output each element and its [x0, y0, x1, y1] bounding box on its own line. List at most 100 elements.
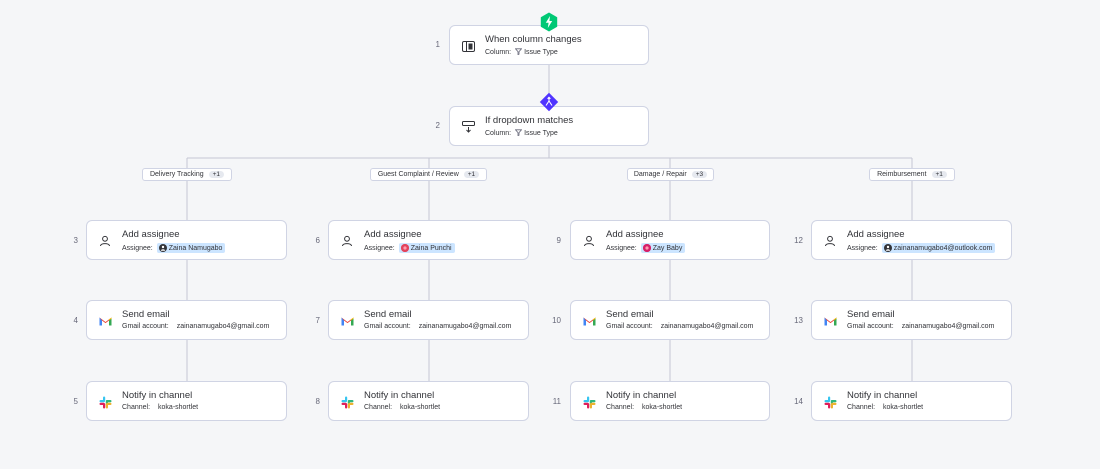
user-icon — [883, 244, 892, 252]
gmail-icon — [339, 313, 355, 329]
gmail-account-value: zainanamugabo4@gmail.com — [418, 323, 512, 330]
step-number: 11 — [552, 397, 561, 406]
gmail-account-value: zainanamugabo4@gmail.com — [660, 323, 754, 330]
action-meta: Assignee: Zaina Punchi — [364, 243, 455, 253]
meta-label: Channel: — [122, 404, 151, 411]
gmail-icon — [822, 313, 838, 329]
action-title: Add assignee — [364, 229, 422, 240]
action-title: Send email — [122, 309, 170, 320]
assignee-chip[interactable]: Zay Baby — [640, 243, 686, 253]
column-icon — [460, 38, 476, 54]
automation-canvas: 1 When column changes Column: Issue Type… — [0, 0, 1100, 469]
action-meta: Channel: koka-shortlet — [606, 404, 682, 411]
branch-label-text: Guest Complaint / Review — [377, 171, 459, 178]
assignee-chip[interactable]: Zaina Punchi — [398, 243, 455, 253]
column-value: Issue Type — [514, 129, 558, 138]
branch-more-count: +1 — [208, 171, 225, 178]
step-number: 5 — [73, 397, 78, 406]
action-meta: Channel: koka-shortlet — [847, 404, 923, 411]
assignee-name: Zay Baby — [652, 244, 683, 252]
action-card-add-assignee[interactable]: Add assignee Assignee: Zaina Punchi — [328, 220, 529, 260]
meta-label: Column: — [485, 130, 512, 137]
branch-label-delivery-tracking[interactable]: Delivery Tracking +1 — [142, 168, 232, 181]
branch-icon — [539, 92, 559, 112]
user-icon — [158, 244, 167, 252]
person-icon — [822, 233, 838, 249]
dropdown-icon — [460, 119, 476, 135]
meta-label: Gmail account: — [364, 323, 411, 330]
channel-value: koka-shortlet — [158, 404, 199, 411]
action-card-notify-channel[interactable]: Notify in channel Channel: koka-shortlet — [570, 381, 770, 421]
step-number: 9 — [556, 236, 561, 245]
branch-label-text: Damage / Repair — [633, 171, 687, 178]
gmail-icon — [97, 313, 113, 329]
meta-label: Channel: — [364, 404, 393, 411]
step-number: 10 — [552, 316, 561, 325]
channel-value: koka-shortlet — [642, 404, 683, 411]
branch-more-count: +1 — [463, 171, 480, 178]
assignee-chip[interactable]: zainanamugabo4@outlook.com — [881, 243, 996, 253]
condition-card-dropdown-matches[interactable]: If dropdown matches Column: Issue Type — [449, 106, 649, 146]
person-icon — [97, 233, 113, 249]
branch-label-guest-complaint[interactable]: Guest Complaint / Review +1 — [370, 168, 487, 181]
meta-label: Gmail account: — [122, 323, 169, 330]
avatar — [400, 244, 409, 252]
assignee-chip[interactable]: Zaina Namugabo — [156, 243, 226, 253]
gmail-account-value: zainanamugabo4@gmail.com — [176, 323, 270, 330]
step-number: 3 — [73, 236, 78, 245]
action-card-notify-channel[interactable]: Notify in channel Channel: koka-shortlet — [328, 381, 529, 421]
action-meta: Assignee: Zaina Namugabo — [122, 243, 226, 253]
action-title: Add assignee — [847, 229, 905, 240]
condition-meta: Column: Issue Type — [485, 129, 558, 138]
lightning-icon — [539, 12, 559, 32]
action-title: Notify in channel — [364, 390, 435, 401]
filter-icon — [514, 48, 523, 57]
meta-label: Assignee: — [847, 244, 878, 252]
assignee-name: Zaina Punchi — [410, 244, 452, 252]
action-title: Add assignee — [122, 229, 180, 240]
branch-more-count: +1 — [931, 171, 947, 178]
branch-label-reimbursement[interactable]: Reimbursement +1 — [869, 168, 955, 181]
action-card-send-email[interactable]: Send email Gmail account: zainanamugabo4… — [328, 300, 529, 340]
action-meta: Assignee: Zay Baby — [606, 243, 686, 253]
column-value: Issue Type — [514, 48, 558, 57]
step-number: 14 — [794, 397, 803, 406]
slack-icon — [581, 394, 597, 410]
avatar — [642, 244, 651, 252]
action-card-notify-channel[interactable]: Notify in channel Channel: koka-shortlet — [811, 381, 1012, 421]
channel-value: koka-shortlet — [883, 404, 924, 411]
action-card-send-email[interactable]: Send email Gmail account: zainanamugabo4… — [811, 300, 1012, 340]
action-meta: Gmail account: zainanamugabo4@gmail.com — [847, 323, 994, 330]
step-number: 4 — [73, 316, 78, 325]
meta-label: Assignee: — [606, 244, 637, 252]
person-icon — [339, 233, 355, 249]
person-icon — [581, 233, 597, 249]
column-value-label: Issue Type — [524, 130, 558, 137]
action-meta: Gmail account: zainanamugabo4@gmail.com — [122, 323, 269, 330]
trigger-title: When column changes — [485, 34, 582, 45]
filter-icon — [514, 129, 523, 138]
action-card-add-assignee[interactable]: Add assignee Assignee: Zay Baby — [570, 220, 770, 260]
action-title: Send email — [847, 309, 895, 320]
meta-label: Channel: — [847, 404, 876, 411]
assignee-name: Zaina Namugabo — [168, 244, 223, 252]
channel-value: koka-shortlet — [400, 404, 441, 411]
action-title: Notify in channel — [122, 390, 193, 401]
step-number: 13 — [794, 316, 803, 325]
step-number: 8 — [315, 397, 320, 406]
action-card-add-assignee[interactable]: Add assignee Assignee: Zaina Namugabo — [86, 220, 287, 260]
meta-label: Gmail account: — [606, 323, 653, 330]
action-card-add-assignee[interactable]: Add assignee Assignee: zainanamugabo4@ou… — [811, 220, 1012, 260]
meta-label: Assignee: — [122, 244, 153, 252]
action-meta: Channel: koka-shortlet — [364, 404, 440, 411]
action-meta: Channel: koka-shortlet — [122, 404, 198, 411]
step-number: 2 — [435, 121, 440, 130]
action-card-send-email[interactable]: Send email Gmail account: zainanamugabo4… — [86, 300, 287, 340]
branch-label-damage-repair[interactable]: Damage / Repair +3 — [627, 168, 714, 181]
step-number: 1 — [435, 40, 440, 49]
action-card-notify-channel[interactable]: Notify in channel Channel: koka-shortlet — [86, 381, 287, 421]
action-title: Notify in channel — [847, 390, 918, 401]
action-card-send-email[interactable]: Send email Gmail account: zainanamugabo4… — [570, 300, 770, 340]
meta-label: Channel: — [606, 404, 635, 411]
meta-label: Assignee: — [364, 244, 395, 252]
